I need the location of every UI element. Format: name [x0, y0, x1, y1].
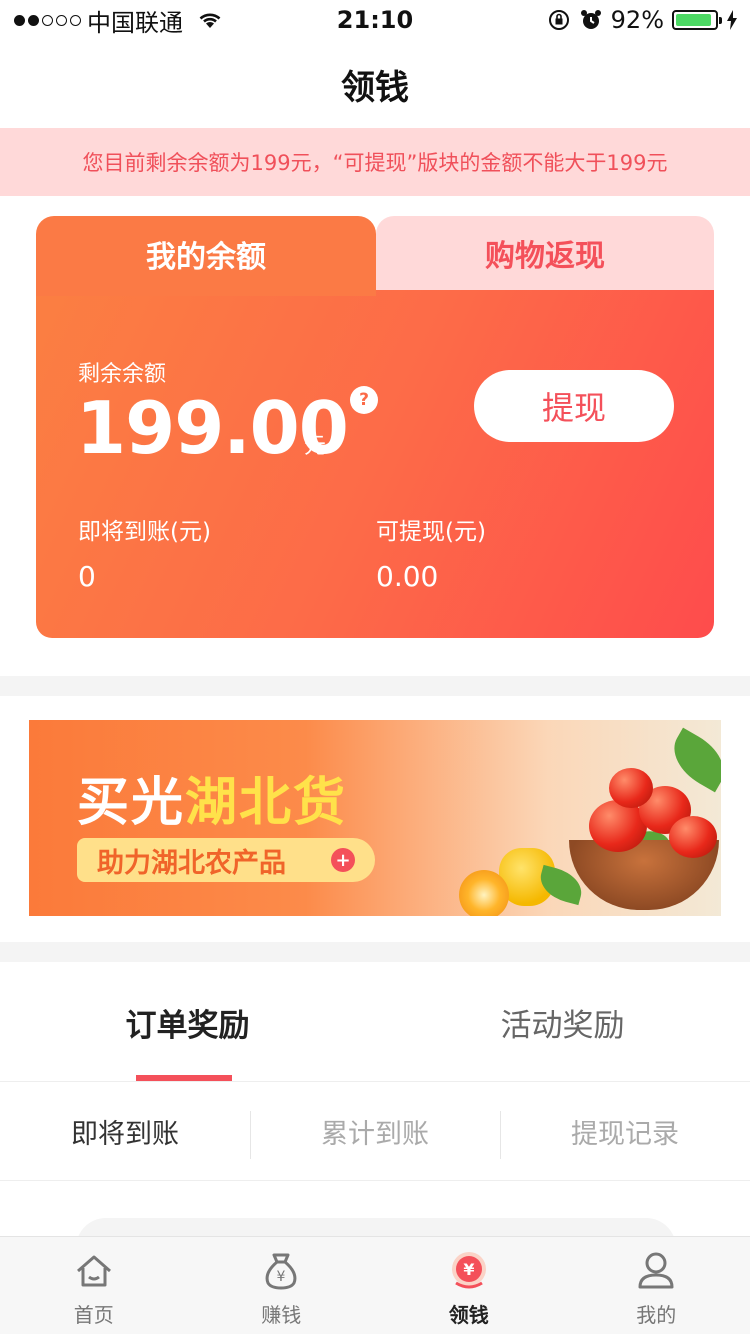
wifi-icon: [199, 13, 221, 28]
tabbar-profile[interactable]: 我的: [563, 1237, 750, 1334]
balance-notice: 您目前剩余余额为199元，“可提现”版块的金额不能大于199元: [0, 128, 750, 196]
tabbar-collect[interactable]: ¥ 领钱: [375, 1237, 563, 1334]
subtab-withdraw-records[interactable]: 提现记录: [500, 1083, 750, 1180]
balance-card-body: 剩余余额 199.00 元 ? 提现 即将到账(元) 0 可提现(元) 0.00: [36, 290, 714, 638]
banner-title-part2: 湖北货: [185, 773, 348, 833]
banner-subtitle: 助力湖北农产品 +: [77, 838, 375, 882]
withdrawable-value: 0.00: [376, 560, 439, 593]
heart-icon: +: [331, 848, 355, 872]
battery-percent: 92%: [610, 6, 664, 34]
status-left: 中国联通: [14, 3, 223, 38]
help-icon[interactable]: ?: [350, 386, 378, 414]
pending-stat: 即将到账(元) 0: [78, 512, 211, 593]
nav-bar: 领钱: [0, 40, 750, 128]
home-icon: [76, 1255, 111, 1287]
withdraw-button[interactable]: 提现: [474, 370, 674, 442]
signal-icon: [14, 14, 81, 26]
money-bag-icon: ¥: [265, 1253, 297, 1290]
pending-label: 即将到账(元): [78, 519, 211, 545]
carrier-name: 中国联通: [87, 8, 183, 37]
reward-tabs: 订单奖励 活动奖励: [0, 964, 750, 1082]
svg-text:¥: ¥: [277, 1269, 286, 1285]
subtab-pending[interactable]: 即将到账: [0, 1083, 250, 1180]
svg-text:¥: ¥: [463, 1260, 474, 1279]
battery-icon: [672, 10, 722, 30]
promo-banner[interactable]: 买光湖北货 助力湖北农产品 +: [29, 720, 721, 916]
bottom-tab-bar: 首页 ¥ 赚钱 ¥ 领钱 我的: [0, 1236, 750, 1334]
user-icon: [638, 1252, 674, 1289]
yuan-coin-icon: ¥: [451, 1252, 486, 1289]
tab-activity-reward[interactable]: 活动奖励: [375, 964, 750, 1081]
charging-icon: [727, 10, 737, 30]
tab-my-balance[interactable]: 我的余额: [36, 216, 376, 292]
banner-subtitle-text: 助力湖北农产品: [97, 847, 286, 879]
tab-order-reward[interactable]: 订单奖励: [0, 964, 375, 1081]
balance-unit: 元: [304, 434, 327, 459]
status-right: 92%: [547, 6, 738, 34]
tabbar-home-label: 首页: [73, 1303, 114, 1327]
sub-tabs: 即将到账 累计到账 提现记录: [0, 1083, 750, 1181]
tabbar-profile-label: 我的: [636, 1303, 677, 1327]
withdrawable-stat: 可提现(元) 0.00: [376, 512, 486, 593]
tabbar-home[interactable]: 首页: [0, 1237, 188, 1334]
banner-title-part1: 买光: [77, 773, 186, 833]
alarm-icon: [580, 10, 601, 29]
tabbar-collect-label: 领钱: [448, 1303, 489, 1327]
page-title: 领钱: [341, 67, 409, 108]
pending-value: 0: [78, 560, 96, 593]
balance-card: 购物返现 剩余余额 199.00 元 ? 提现 即将到账(元) 0 可提现(元)…: [36, 216, 714, 638]
subtab-accumulated[interactable]: 累计到账: [250, 1083, 500, 1180]
rotation-lock-icon: [548, 10, 569, 30]
tabbar-earn-label: 赚钱: [261, 1303, 302, 1327]
withdrawable-label: 可提现(元): [376, 519, 486, 545]
remaining-balance-label: 剩余余额: [78, 362, 167, 387]
tabbar-earn[interactable]: ¥ 赚钱: [188, 1237, 376, 1334]
section-divider: [0, 942, 750, 962]
section-divider: [0, 676, 750, 696]
tab-shopping-cashback[interactable]: 购物返现: [376, 216, 714, 290]
banner-title: 买光湖北货: [77, 760, 347, 835]
status-bar: 中国联通 21:10 92%: [0, 0, 750, 40]
